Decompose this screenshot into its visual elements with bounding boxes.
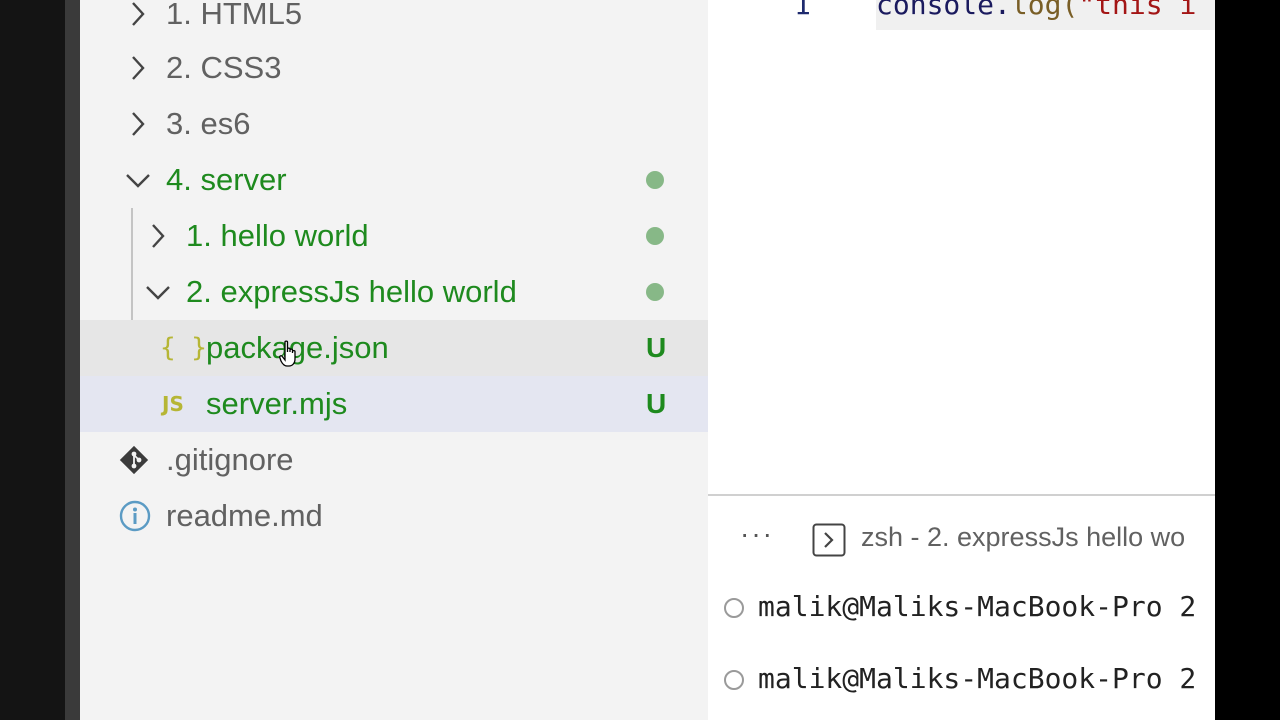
tree-item-label: 2. CSS3 (166, 50, 282, 85)
json-icon: { } (160, 333, 207, 363)
code-line[interactable]: console.log("this i (876, 0, 1196, 21)
terminal-tab-title[interactable]: zsh - 2. expressJs hello wo (861, 522, 1185, 553)
tree-item-label: 2. expressJs hello world (186, 274, 517, 309)
tree-item-readme[interactable]: readme.md (80, 488, 708, 544)
untracked-badge: U (646, 388, 667, 419)
chevron-right-icon (122, 0, 154, 32)
hand-cursor-icon (279, 340, 301, 373)
chevron-down-icon (142, 274, 174, 310)
modified-dot-icon (646, 171, 664, 189)
window-edge (0, 0, 65, 720)
code-token-method: log (1010, 0, 1062, 21)
chevron-right-icon (142, 218, 174, 254)
modified-dot-icon (646, 227, 664, 245)
tree-item-label: server.mjs (206, 386, 348, 421)
terminal-prompt: malik@Maliks-MacBook-Pro 2 (758, 662, 1197, 695)
terminal-icon (812, 523, 846, 557)
tree-item-package-json[interactable]: { } package.json U (80, 320, 708, 376)
terminal-prompt: malik@Maliks-MacBook-Pro 2 (758, 590, 1197, 623)
chevron-right-icon (122, 50, 154, 86)
terminal-line: malik@Maliks-MacBook-Pro 2 (724, 590, 1196, 623)
terminal-line: malik@Maliks-MacBook-Pro 2 (724, 662, 1196, 695)
tree-item-hello-world[interactable]: 1. hello world (80, 208, 708, 264)
tree-item-html5[interactable]: 1. HTML5 (80, 0, 708, 42)
chevron-right-icon (122, 106, 154, 142)
tree-item-label: .gitignore (166, 442, 294, 477)
window-edge-right (1215, 0, 1280, 720)
chevron-down-icon (122, 162, 154, 198)
tree-item-server[interactable]: 4. server (80, 152, 708, 208)
activity-bar-edge (65, 0, 80, 720)
tree-item-label: 3. es6 (166, 106, 251, 141)
code-token-string: "this i (1078, 0, 1197, 21)
tree-item-label: readme.md (166, 498, 323, 533)
command-status-icon (724, 670, 744, 690)
code-token-object: console (876, 0, 995, 21)
command-status-icon (724, 598, 744, 618)
more-actions-button[interactable]: ··· (740, 518, 774, 550)
terminal-panel[interactable]: ··· zsh - 2. expressJs hello wo malik@Ma… (708, 496, 1215, 720)
line-number: 1 (794, 0, 811, 21)
untracked-badge: U (646, 332, 667, 363)
modified-dot-icon (646, 283, 664, 301)
explorer-panel: 1. HTML5 2. CSS3 3. es6 4. server 1. hel… (80, 0, 708, 720)
tree-item-label: 4. server (166, 162, 287, 197)
tree-item-server-mjs[interactable]: JS server.mjs U (80, 376, 708, 432)
tree-item-css3[interactable]: 2. CSS3 (80, 40, 708, 96)
code-token-paren: ( (1061, 0, 1079, 21)
tree-item-gitignore[interactable]: .gitignore (80, 432, 708, 488)
tree-item-expressjs-hello-world[interactable]: 2. expressJs hello world (80, 264, 708, 320)
code-editor[interactable]: 1 console.log("this i (708, 0, 1215, 494)
git-icon (118, 444, 150, 476)
js-icon: JS (162, 392, 184, 416)
tree-item-es6[interactable]: 3. es6 (80, 96, 708, 152)
tree-item-label: 1. hello world (186, 218, 369, 253)
tree-item-label: 1. HTML5 (166, 0, 303, 31)
code-token-dot: . (994, 0, 1011, 21)
info-icon (118, 499, 152, 533)
